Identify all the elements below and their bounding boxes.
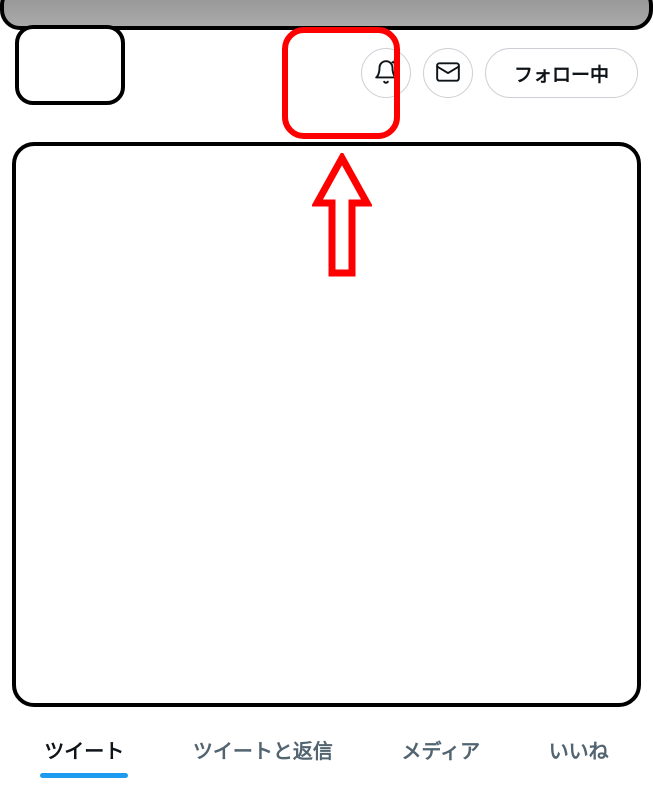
tab-tweets-replies[interactable]: ツイートと返信: [189, 725, 337, 778]
tab-label: メディア: [401, 739, 480, 763]
envelope-icon: [435, 59, 461, 88]
profile-actions: フォロー中: [361, 48, 638, 98]
profile-bio-area: [12, 142, 641, 707]
profile-tabs: ツイート ツイートと返信 メディア いいね: [0, 725, 653, 778]
tab-label: ツイート: [44, 739, 124, 763]
bell-plus-icon: [373, 59, 399, 88]
tab-likes[interactable]: いいね: [545, 725, 613, 778]
tab-media[interactable]: メディア: [397, 725, 484, 778]
notify-button[interactable]: [361, 48, 411, 98]
avatar[interactable]: [15, 25, 125, 105]
tab-tweets[interactable]: ツイート: [40, 725, 128, 778]
following-button[interactable]: フォロー中: [485, 48, 638, 98]
tab-label: ツイートと返信: [193, 739, 333, 763]
profile-header: フォロー中: [0, 30, 653, 130]
tab-label: いいね: [549, 739, 609, 763]
following-label: フォロー中: [514, 60, 609, 87]
message-button[interactable]: [423, 48, 473, 98]
